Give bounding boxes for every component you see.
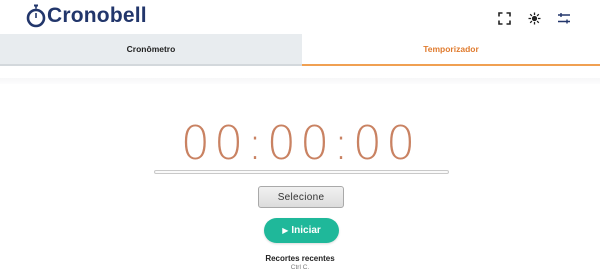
play-icon: ▶ <box>282 226 289 235</box>
stopwatch-icon <box>26 4 46 28</box>
divider <box>0 78 600 84</box>
header-actions <box>482 10 572 26</box>
timer-progress-bar <box>154 170 449 174</box>
tab-temporizador[interactable]: Temporizador <box>302 34 600 66</box>
settings-sliders-icon[interactable] <box>556 10 572 26</box>
mode-tabs: Cronômetro Temporizador <box>0 34 600 66</box>
recent-clips-title: Recortes recentes <box>265 254 335 263</box>
fullscreen-icon[interactable] <box>496 10 512 26</box>
timer-display: 00:00:00 <box>180 116 420 170</box>
start-button[interactable]: ▶ Iniciar <box>264 218 339 243</box>
start-button-label: Iniciar <box>291 225 321 236</box>
tab-cronometro[interactable]: Cronômetro <box>0 34 302 66</box>
theme-sun-icon[interactable] <box>526 10 542 26</box>
app-logo[interactable]: Cronobell <box>26 3 147 29</box>
app-header: Cronobell <box>0 0 600 34</box>
recent-clips-hint: Ctrl C. <box>290 264 310 271</box>
select-time-button[interactable]: Selecione <box>258 186 344 208</box>
app-name: Cronobell <box>47 4 147 27</box>
